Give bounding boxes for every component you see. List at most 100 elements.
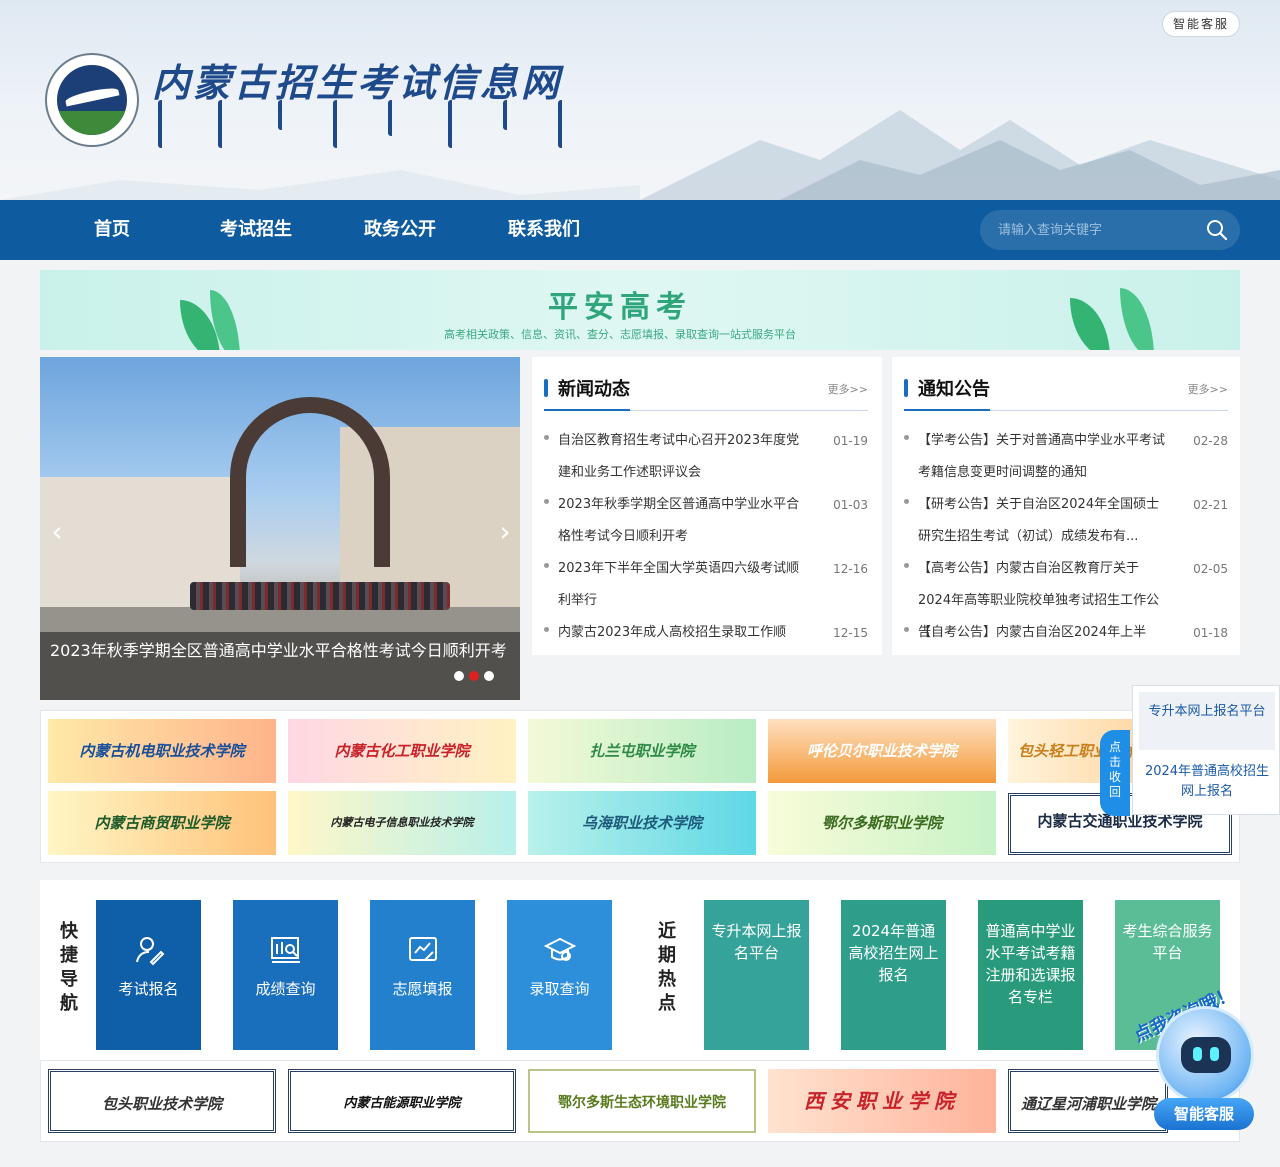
logo-emblem xyxy=(57,65,127,135)
school-link[interactable]: 内蒙古能源职业学院 xyxy=(288,1069,516,1133)
school-link-label: 鄂尔多斯职业学院 xyxy=(821,814,942,832)
slider-dot-active[interactable] xyxy=(469,671,479,681)
notice-more-link[interactable]: 更多>> xyxy=(1188,381,1228,397)
notice-item-title[interactable]: 【自考公告】内蒙古自治区2024年上半 xyxy=(918,617,1168,649)
graduation-cap-icon xyxy=(544,937,576,961)
hot-topic-college-registration[interactable]: 2024年普通高校招生网上报名 xyxy=(841,900,946,1050)
slider-prev-button[interactable]: ‹ xyxy=(48,517,66,547)
main-nav: 首页 考试招生 政务公开 联系我们 xyxy=(0,200,1280,260)
site-title: 内蒙古招生考试信息网 xyxy=(152,60,563,105)
news-list: 自治区教育招生考试中心召开2023年度党建和业务工作述职评议会 01-19 202… xyxy=(544,425,868,649)
notice-item-date: 02-05 xyxy=(1193,562,1228,576)
notice-item-date: 02-28 xyxy=(1193,434,1228,448)
floating-quick-links: 专升本网上报名平台 2024年普通高校招生网上报名 xyxy=(1132,685,1280,815)
school-link-label: 西安职业学院 xyxy=(804,1089,960,1113)
news-item-title[interactable]: 2023年秋季学期全区普通高中学业水平合格性考试今日顺利开考 xyxy=(558,489,808,553)
school-link[interactable]: 鄂尔多斯生态环境职业学院 xyxy=(528,1069,756,1133)
school-link[interactable]: 包头职业技术学院 xyxy=(48,1069,276,1133)
news-item-date: 12-16 xyxy=(833,562,868,576)
school-link-label: 呼伦贝尔职业技术学院 xyxy=(806,742,957,760)
notice-item-title[interactable]: 【研考公告】关于自治区2024年全国硕士研究生招生考试（初试）成绩发布有... xyxy=(918,489,1168,553)
quick-nav-button-label: 录取查询 xyxy=(529,980,590,998)
school-link[interactable]: 内蒙古化工职业学院 xyxy=(288,719,516,783)
news-item-date: 01-03 xyxy=(833,498,868,512)
quick-nav-exam-registration[interactable]: 考试报名 xyxy=(96,900,201,1050)
smart-service-button[interactable]: 智能客服 xyxy=(1162,11,1240,37)
notice-item-date: 01-18 xyxy=(1193,626,1228,640)
school-link[interactable]: 呼伦贝尔职业技术学院 xyxy=(768,719,996,783)
chart-edit-icon xyxy=(409,937,437,961)
slider-dot[interactable] xyxy=(484,671,494,681)
search-input[interactable] xyxy=(998,220,1198,240)
slider-dot[interactable] xyxy=(454,671,464,681)
safe-exam-banner[interactable]: 平安高考 高考相关政策、信息、资讯、查分、志愿填报、录取查询一站式服务平台 xyxy=(40,270,1240,350)
list-item[interactable]: 内蒙古2023年成人高校招生录取工作顺 12-15 xyxy=(544,617,868,649)
chatbot-label[interactable]: 智能客服 xyxy=(1154,1098,1254,1130)
quick-nav-button-label: 成绩查询 xyxy=(255,980,316,998)
site-logo[interactable] xyxy=(45,53,139,147)
hot-topic-academic-test-registration[interactable]: 普通高中学业水平考试考籍注册和选课报名专栏 xyxy=(978,900,1083,1050)
nav-item-contact-us[interactable]: 联系我们 xyxy=(508,200,580,260)
quick-nav-admission-query[interactable]: 录取查询 xyxy=(507,900,612,1050)
slider-photo xyxy=(190,582,450,610)
list-item[interactable]: 自治区教育招生考试中心召开2023年度党建和业务工作述职评议会 01-19 xyxy=(544,425,868,489)
news-item-title[interactable]: 2023年下半年全国大学英语四六级考试顺利举行 xyxy=(558,553,808,617)
person-edit-icon xyxy=(136,937,165,966)
school-link-label: 内蒙古商贸职业学院 xyxy=(94,814,230,832)
mongolian-script-title xyxy=(158,100,578,152)
list-item[interactable]: 【高考公告】内蒙古自治区教育厅关于2024年高等职业院校单独考试招生工作公告 02… xyxy=(904,553,1228,640)
list-item[interactable]: 【学考公告】关于对普通高中学业水平考试考籍信息变更时间调整的通知 02-28 xyxy=(904,425,1228,489)
list-item[interactable]: 2023年下半年全国大学英语四六级考试顺利举行 12-16 xyxy=(544,553,868,617)
notice-panel-title: 通知公告 xyxy=(918,379,990,400)
search-box xyxy=(980,210,1240,250)
school-link[interactable]: 西安职业学院 xyxy=(768,1069,996,1133)
slider-photo xyxy=(230,397,390,567)
list-item[interactable]: 2023年秋季学期全区普通高中学业水平合格性考试今日顺利开考 01-03 xyxy=(544,489,868,553)
float-collapse-tab[interactable]: 点击收回 xyxy=(1100,730,1130,816)
hot-topics-label: 近期热点 xyxy=(658,921,676,1014)
school-link-label: 内蒙古化工职业学院 xyxy=(334,742,470,760)
news-slider[interactable]: ‹ › 2023年秋季学期全区普通高中学业水平合格性考试今日顺利开考 xyxy=(40,357,520,700)
school-link[interactable]: 内蒙古机电职业技术学院 xyxy=(48,719,276,783)
school-link-label: 鄂尔多斯生态环境职业学院 xyxy=(558,1095,726,1111)
banner-subtitle: 高考相关政策、信息、资讯、查分、志愿填报、录取查询一站式服务平台 xyxy=(444,328,796,341)
robot-icon xyxy=(1156,1006,1254,1104)
school-link-label: 扎兰屯职业学院 xyxy=(589,742,695,760)
slider-caption[interactable]: 2023年秋季学期全区普通高中学业水平合格性考试今日顺利开考 xyxy=(40,632,520,700)
quick-nav-section: 快捷导航 考试报名 成绩查询 志愿填报 录取查询 近期热点 专升本网上报名平台 … xyxy=(40,880,1240,1060)
chatbot-widget[interactable]: 点我咨询哦！ 智能客服 xyxy=(1120,970,1280,1140)
hot-topic-upgrade-registration[interactable]: 专升本网上报名平台 xyxy=(704,900,809,1050)
school-link-label: 内蒙古电子信息职业技术学院 xyxy=(330,816,474,829)
nav-item-home[interactable]: 首页 xyxy=(94,200,130,260)
news-item-title[interactable]: 内蒙古2023年成人高校招生录取工作顺 xyxy=(558,617,808,649)
quick-nav-label: 快捷导航 xyxy=(60,921,78,1014)
slider-next-button[interactable]: › xyxy=(496,517,514,547)
notice-item-title[interactable]: 【学考公告】关于对普通高中学业水平考试考籍信息变更时间调整的通知 xyxy=(918,425,1168,489)
score-search-icon xyxy=(271,937,300,963)
school-links-grid-bottom: 包头职业技术学院 内蒙古能源职业学院 鄂尔多斯生态环境职业学院 西安职业学院 通… xyxy=(40,1060,1240,1142)
school-link[interactable]: 内蒙古电子信息职业技术学院 xyxy=(288,791,516,855)
nav-item-government-affairs[interactable]: 政务公开 xyxy=(364,200,436,260)
list-item[interactable]: 【自考公告】内蒙古自治区2024年上半 01-18 xyxy=(904,617,1228,649)
notice-item-date: 02-21 xyxy=(1193,498,1228,512)
school-link[interactable]: 扎兰屯职业学院 xyxy=(528,719,756,783)
float-link-upgrade-registration[interactable]: 专升本网上报名平台 xyxy=(1139,692,1275,750)
quick-nav-button-label: 考试报名 xyxy=(118,980,179,998)
news-item-date: 12-15 xyxy=(833,626,868,640)
list-item[interactable]: 【研考公告】关于自治区2024年全国硕士研究生招生考试（初试）成绩发布有... 0… xyxy=(904,489,1228,553)
school-link[interactable]: 乌海职业技术学院 xyxy=(528,791,756,855)
notice-panel: 通知公告 更多>> 【学考公告】关于对普通高中学业水平考试考籍信息变更时间调整的… xyxy=(892,357,1240,655)
news-item-title[interactable]: 自治区教育招生考试中心召开2023年度党建和业务工作述职评议会 xyxy=(558,425,808,489)
search-icon[interactable] xyxy=(1206,219,1228,241)
quick-nav-application-fill[interactable]: 志愿填报 xyxy=(370,900,475,1050)
school-link-label: 内蒙古机电职业技术学院 xyxy=(79,742,245,760)
school-link[interactable]: 内蒙古商贸职业学院 xyxy=(48,791,276,855)
float-link-college-registration[interactable]: 2024年普通高校招生网上报名 xyxy=(1139,756,1275,810)
nav-item-exam-admission[interactable]: 考试招生 xyxy=(220,200,292,260)
quick-nav-score-query[interactable]: 成绩查询 xyxy=(233,900,338,1050)
school-links-grid: 内蒙古机电职业技术学院 内蒙古化工职业学院 扎兰屯职业学院 呼伦贝尔职业技术学院… xyxy=(40,710,1240,863)
news-panel: 新闻动态 更多>> 自治区教育招生考试中心召开2023年度党建和业务工作述职评议… xyxy=(532,357,882,655)
news-more-link[interactable]: 更多>> xyxy=(828,381,868,397)
school-link[interactable]: 鄂尔多斯职业学院 xyxy=(768,791,996,855)
quick-nav-button-label: 志愿填报 xyxy=(392,980,453,998)
